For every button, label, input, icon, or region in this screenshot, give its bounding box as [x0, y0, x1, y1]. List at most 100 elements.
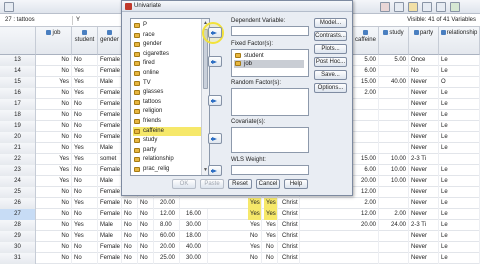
cell-student[interactable]: Yes	[72, 220, 98, 231]
cell-caffeine[interactable]: 15.00	[353, 77, 379, 88]
cell-study[interactable]	[379, 231, 409, 242]
grid-icon[interactable]	[394, 2, 404, 12]
column-header-job[interactable]: job	[36, 27, 72, 55]
cell-caffeine[interactable]	[353, 99, 379, 110]
table-cell[interactable]: No	[248, 253, 262, 264]
table-cell[interactable]: No	[122, 253, 138, 264]
variable-source-list[interactable]: Prace gender cigarettes fired online TV glasse…	[130, 18, 210, 176]
cell-job[interactable]: No	[36, 231, 72, 242]
row-number[interactable]: 19	[0, 121, 36, 132]
table-cell[interactable]: No	[122, 198, 138, 209]
table-cell[interactable]: No	[122, 231, 138, 242]
cell-study[interactable]: 10.00	[379, 154, 409, 165]
fixed-factor-item[interactable]: job	[234, 60, 304, 68]
cell-study[interactable]: 24.00	[379, 220, 409, 231]
move-to-dependent-button[interactable]	[208, 27, 222, 38]
open-file-icon[interactable]	[4, 2, 14, 12]
cell-student[interactable]: No	[72, 187, 98, 198]
cell-student[interactable]: No	[72, 242, 98, 253]
row-number[interactable]: 14	[0, 66, 36, 77]
table-cell[interactable]: 16.00	[184, 209, 208, 220]
cell-student[interactable]: Yes	[72, 154, 98, 165]
move-to-random-factor-button[interactable]	[208, 95, 222, 106]
table-cell[interactable]: 20.00	[158, 198, 180, 209]
cell-caffeine[interactable]: 20.00	[353, 176, 379, 187]
fixed-factor-item[interactable]: student	[234, 52, 304, 60]
covariates-list[interactable]	[231, 127, 309, 153]
table-cell[interactable]: No	[122, 209, 138, 220]
cell-job[interactable]: No	[36, 198, 72, 209]
cell-caffeine[interactable]: 20.00	[353, 220, 379, 231]
cell-party[interactable]: Never	[409, 242, 439, 253]
row-number[interactable]: 15	[0, 77, 36, 88]
cell-caffeine[interactable]	[353, 242, 379, 253]
cell-job[interactable]: No	[36, 253, 72, 264]
cell-study[interactable]	[379, 198, 409, 209]
cell-job[interactable]: No	[36, 143, 72, 154]
table-row[interactable]: 29 No Yes Male Never Le No No 60.00 18.00 No Yes Chr…	[0, 231, 480, 242]
table-row[interactable]: 27 No No Female 12.00 2.00 Never Le No No 12.00 16.…	[0, 209, 480, 220]
column-header-party[interactable]: party	[409, 27, 439, 55]
table-cell[interactable]: Yes	[264, 209, 278, 220]
column-header-relationship[interactable]: relationship	[439, 27, 480, 55]
variable-list-item[interactable]: tattoos	[133, 98, 201, 107]
variable-list-item[interactable]: online	[133, 69, 201, 78]
cell-job[interactable]: No	[36, 55, 72, 66]
table-row[interactable]: 31 No No Female Never Le No No 25.00 30.00 No No Chr…	[0, 253, 480, 264]
select-cases-icon[interactable]	[450, 2, 460, 12]
table-cell[interactable]: No	[138, 198, 154, 209]
cell-student[interactable]: No	[72, 110, 98, 121]
cell-gender[interactable]: Female	[98, 132, 122, 143]
cell-relationship[interactable]: Le	[439, 176, 480, 187]
plots-button[interactable]: Plots...	[314, 44, 347, 54]
table-cell[interactable]: Yes	[264, 220, 278, 231]
cell-gender[interactable]: Female	[98, 110, 122, 121]
options-button[interactable]: Options...	[314, 83, 347, 93]
cell-gender[interactable]: Female	[98, 66, 122, 77]
cell-relationship[interactable]: Le	[439, 198, 480, 209]
cell-study[interactable]	[379, 121, 409, 132]
cell-gender[interactable]: Female	[98, 242, 122, 253]
cell-student[interactable]: No	[72, 176, 98, 187]
cell-study[interactable]: 40.00	[379, 77, 409, 88]
cell-gender[interactable]: Female	[98, 187, 122, 198]
variable-list-item[interactable]: prac_relig	[133, 165, 201, 174]
cell-job[interactable]: No	[36, 88, 72, 99]
table-cell[interactable]: Christ	[280, 198, 300, 209]
column-header-gender[interactable]: gender	[98, 27, 122, 55]
row-number[interactable]: 25	[0, 187, 36, 198]
cell-caffeine[interactable]	[353, 110, 379, 121]
cell-caffeine[interactable]: 6.00	[353, 165, 379, 176]
table-cell[interactable]: No	[122, 242, 138, 253]
cell-caffeine[interactable]	[353, 253, 379, 264]
row-number[interactable]: 23	[0, 165, 36, 176]
cell-party[interactable]: Never	[409, 209, 439, 220]
table-row[interactable]: 28 No Yes Male 20.00 24.00 2-3 Ti Le No No 8.00 30.…	[0, 220, 480, 231]
cell-student[interactable]: Yes	[72, 143, 98, 154]
table-row[interactable]: 30 No No Female Never Le No No 20.00 40.00 Yes No Ch…	[0, 242, 480, 253]
row-number[interactable]: 27	[0, 209, 36, 220]
cell-gender[interactable]: Female	[98, 121, 122, 132]
cell-study[interactable]: 10.00	[379, 176, 409, 187]
variable-list-item[interactable]: study	[133, 136, 201, 145]
cell-party[interactable]: Never	[409, 121, 439, 132]
cell-relationship[interactable]: Le	[439, 165, 480, 176]
cell-student[interactable]: Yes	[72, 77, 98, 88]
cell-caffeine[interactable]	[353, 121, 379, 132]
table-cell[interactable]: Yes	[264, 198, 278, 209]
row-number[interactable]: 30	[0, 242, 36, 253]
cell-job[interactable]: Yes	[36, 77, 72, 88]
move-to-wls-weight-button[interactable]	[208, 165, 222, 176]
column-header-student[interactable]: student	[72, 27, 98, 55]
cell-relationship[interactable]: Le	[439, 88, 480, 99]
table-cell[interactable]: 18.00	[184, 231, 208, 242]
cell-party[interactable]: Never	[409, 88, 439, 99]
table-cell[interactable]: Christ	[280, 253, 300, 264]
variable-list-item[interactable]: race	[133, 31, 201, 40]
row-number[interactable]: 28	[0, 220, 36, 231]
cell-caffeine[interactable]: 12.00	[353, 187, 379, 198]
post-hoc-button[interactable]: Post Hoc...	[314, 57, 347, 67]
cell-caffeine[interactable]	[353, 231, 379, 242]
move-to-fixed-factor-button[interactable]	[208, 56, 222, 67]
table-cell[interactable]: Christ	[280, 209, 300, 220]
